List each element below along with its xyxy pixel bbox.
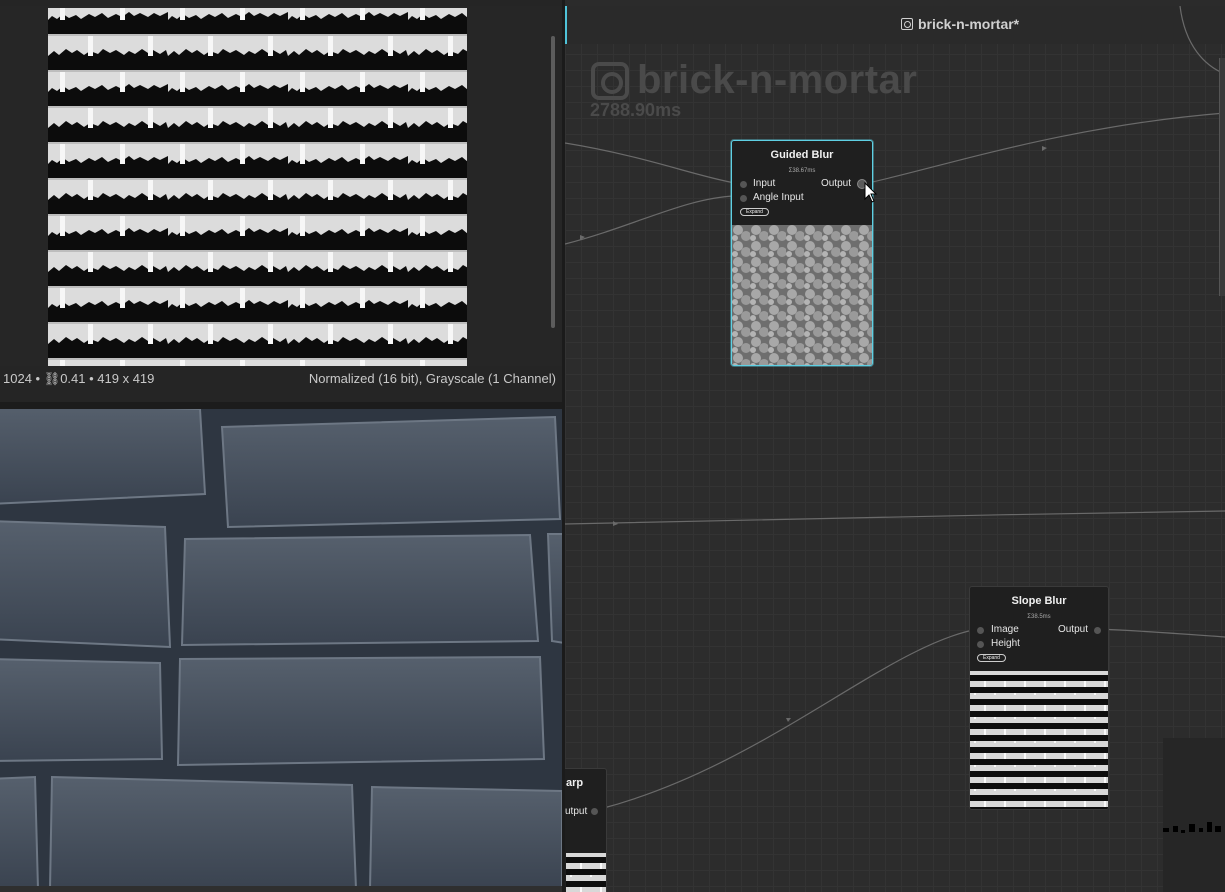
bottom-status-strip <box>0 886 562 892</box>
left-panel: 1024 • ⛓0.41 • 419 x 419 Normalized (16 … <box>0 0 562 892</box>
mouse-cursor-icon <box>864 182 878 203</box>
node-preview-thumbnail <box>970 671 1108 809</box>
output-port[interactable] <box>591 808 598 815</box>
output-port-label: Output <box>820 178 851 189</box>
format-info: Normalized (16 bit), Grayscale (1 Channe… <box>308 371 556 386</box>
3d-preview-viewport[interactable] <box>0 409 562 886</box>
input-port-label: Input <box>753 178 776 189</box>
input-port[interactable] <box>740 181 747 188</box>
image-port[interactable] <box>977 627 984 634</box>
height-port[interactable] <box>977 641 984 648</box>
app-window: 1024 • ⛓0.41 • 419 x 419 Normalized (16 … <box>0 0 1225 892</box>
output-port-label: utput <box>565 806 588 817</box>
output-port[interactable] <box>1094 627 1101 634</box>
node-graph-canvas[interactable]: brick-n-mortar* brick-n-mortar 2788.90ms <box>565 6 1225 892</box>
node-preview-thumbnail <box>732 225 872 365</box>
output-port-label: Output <box>1057 624 1088 635</box>
guided-blur-node[interactable]: Guided Blur Σ38.67ms Input Angle Input O… <box>731 140 873 366</box>
node-title: arp <box>566 777 584 789</box>
offscreen-node-edge[interactable] <box>1219 58 1225 296</box>
node-title: Slope Blur <box>1011 595 1067 607</box>
node-time: Σ38.67ms <box>788 168 816 174</box>
angle-input-port[interactable] <box>740 195 747 202</box>
preview-scrollbar[interactable] <box>551 36 555 328</box>
warp-node[interactable]: arp utput <box>565 768 607 892</box>
expand-button[interactable]: Expand <box>740 208 769 216</box>
image-port-label: Image <box>991 624 1019 635</box>
node-preview-thumbnail <box>566 853 606 892</box>
angle-input-port-label: Angle Input <box>753 192 804 203</box>
node-time: Σ38.5ms <box>1027 614 1051 620</box>
offscreen-panel <box>1163 738 1225 892</box>
height-port-label: Height <box>991 638 1020 649</box>
panel-divider[interactable] <box>0 402 562 409</box>
expand-button[interactable]: Expand <box>977 654 1006 662</box>
2d-preview-panel[interactable] <box>0 6 562 366</box>
connection-wires <box>565 6 1225 810</box>
2d-preview-image[interactable] <box>48 8 467 366</box>
resolution-info: 1024 • ⛓0.41 • 419 x 419 <box>3 371 155 386</box>
node-title: Guided Blur <box>770 149 834 161</box>
slope-blur-node[interactable]: Slope Blur Σ38.5ms Image Height Output E… <box>969 586 1109 810</box>
preview-info-bar: 1024 • ⛓0.41 • 419 x 419 Normalized (16 … <box>0 366 562 392</box>
